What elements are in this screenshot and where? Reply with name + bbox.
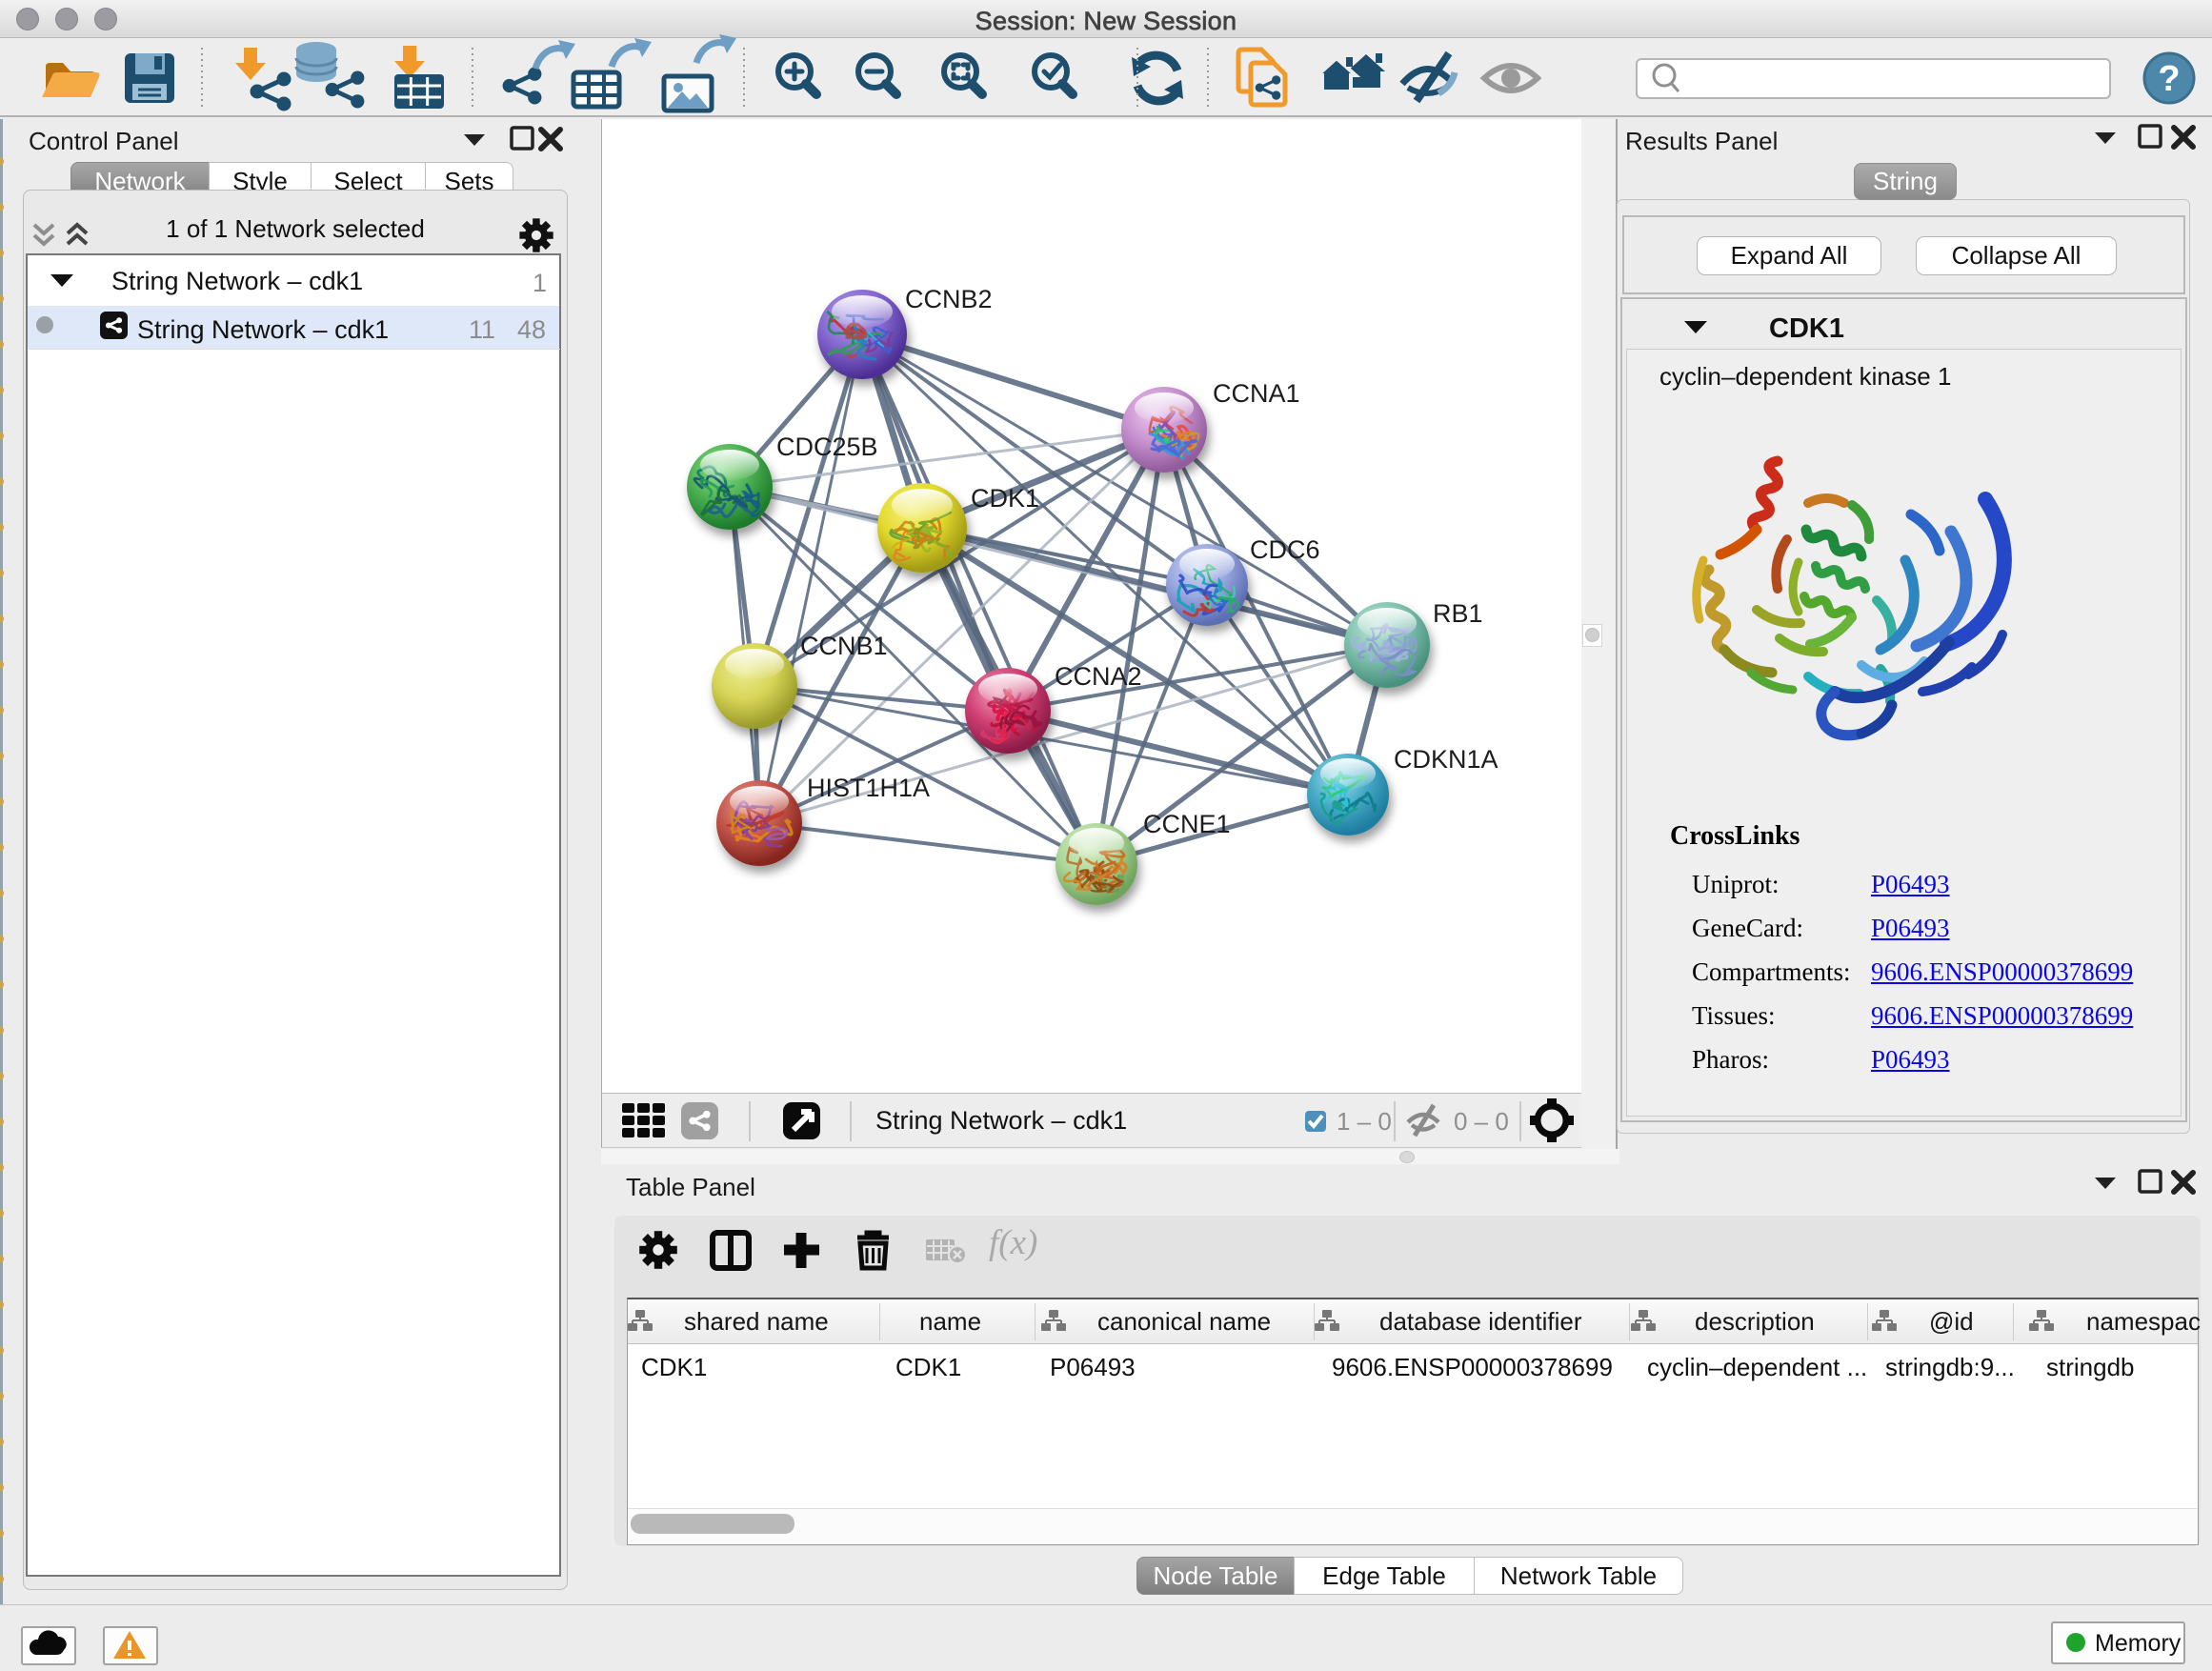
svg-text:CDKN1A: CDKN1A (1394, 745, 1498, 774)
svg-text:HIST1H1A: HIST1H1A (807, 774, 930, 802)
svg-text:CCNA2: CCNA2 (1055, 662, 1142, 691)
svg-text:RB1: RB1 (1433, 599, 1483, 628)
svg-text:CCNA1: CCNA1 (1213, 379, 1300, 408)
svg-text:CDC6: CDC6 (1250, 535, 1320, 564)
svg-text:CDK1: CDK1 (971, 484, 1039, 513)
svg-text:CDC25B: CDC25B (776, 433, 878, 461)
svg-text:CCNB1: CCNB1 (800, 632, 888, 660)
svg-text:CCNB2: CCNB2 (905, 285, 993, 313)
svg-text:CCNE1: CCNE1 (1143, 810, 1231, 838)
